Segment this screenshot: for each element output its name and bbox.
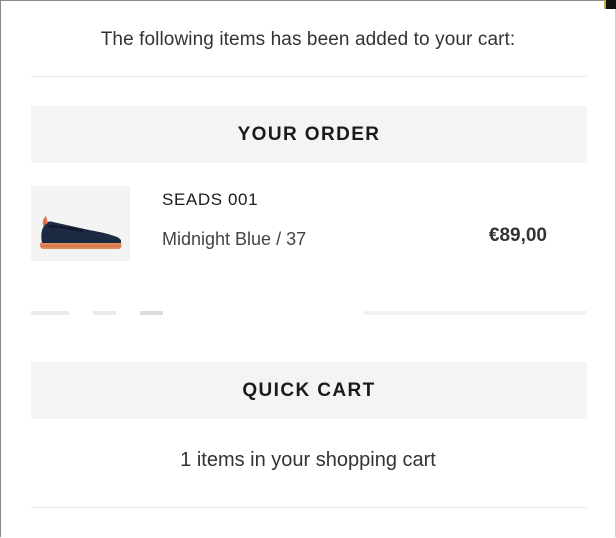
shoe-upper xyxy=(41,221,122,243)
loading-placeholder xyxy=(31,311,69,315)
loading-placeholder xyxy=(140,311,163,315)
your-order-header: YOUR ORDER xyxy=(31,106,587,163)
divider xyxy=(31,76,587,77)
product-variant: Midnight Blue / 37 xyxy=(162,229,307,249)
loading-placeholder xyxy=(93,311,116,315)
loading-placeholder xyxy=(364,311,587,315)
product-thumbnail[interactable] xyxy=(31,186,130,261)
product-price: €89,00 xyxy=(488,225,547,246)
quick-cart-header: QUICK CART xyxy=(31,362,587,419)
added-to-cart-message: The following items has been added to yo… xyxy=(100,29,516,50)
divider xyxy=(31,507,587,508)
espadrille-shoe-image xyxy=(39,216,122,249)
cart-item-count: 1 items in your shopping cart xyxy=(180,449,436,471)
product-name[interactable]: SEADS 001 xyxy=(162,190,258,210)
close-corner-icon[interactable] xyxy=(604,0,616,9)
your-order-title: YOUR ORDER xyxy=(237,123,381,145)
quick-cart-title: QUICK CART xyxy=(242,379,376,401)
